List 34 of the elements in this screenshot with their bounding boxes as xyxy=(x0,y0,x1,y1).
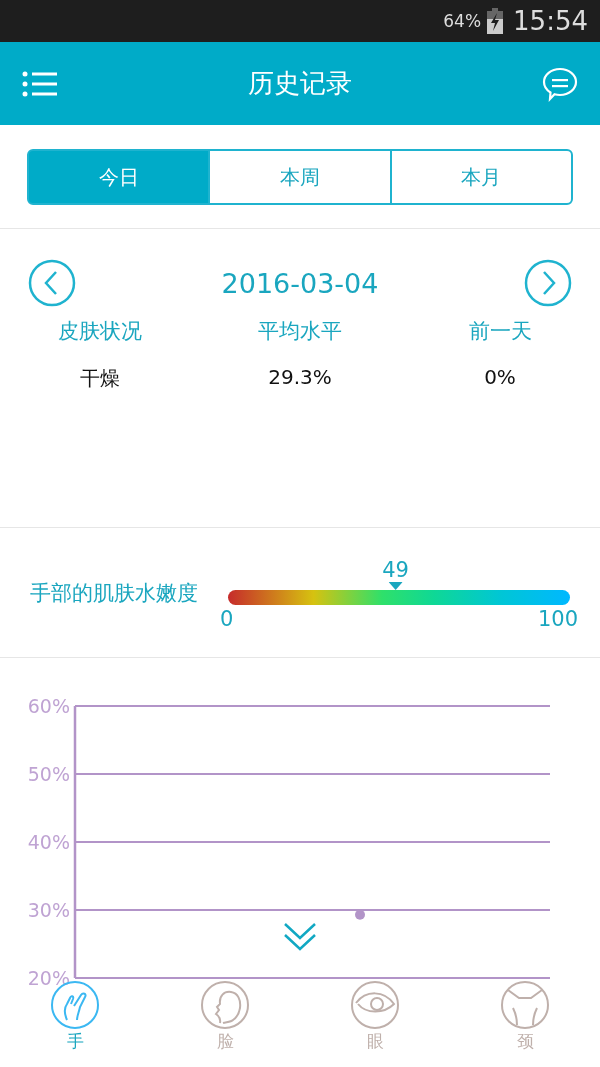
gauge-min: 0 xyxy=(220,607,234,631)
scroll-down-icon[interactable] xyxy=(283,922,317,951)
menu-icon[interactable] xyxy=(22,70,58,97)
body-part-tab[interactable]: 颈 xyxy=(450,978,600,1067)
stat-label: 平均水平 xyxy=(258,318,342,345)
gauge-reading: 49 xyxy=(382,558,409,582)
battery-level: 64% xyxy=(443,11,482,31)
page-title: 历史记录 xyxy=(248,67,352,100)
stat-label: 皮肤状况 xyxy=(58,318,142,345)
next-day-button[interactable] xyxy=(524,259,572,307)
axis-tick-label: 40% xyxy=(27,831,70,853)
stat-value: 干燥 xyxy=(80,365,120,392)
neck-icon xyxy=(500,980,550,1030)
gauge-max: 100 xyxy=(537,607,578,631)
date-label: 2016-03-04 xyxy=(221,267,379,299)
body-part-tab[interactable]: 眼 xyxy=(300,978,450,1067)
clock: 15:54 xyxy=(513,6,588,36)
head-profile-icon xyxy=(200,980,250,1030)
body-part-tab[interactable]: 脸 xyxy=(150,978,300,1067)
battery-charging-icon xyxy=(487,8,504,34)
period-tab[interactable]: 本周 xyxy=(208,149,392,205)
axis-tick-label: 60% xyxy=(27,695,70,717)
stat-value: 0% xyxy=(484,365,516,389)
period-tab[interactable]: 本月 xyxy=(389,149,573,205)
stat-value: 29.3% xyxy=(268,365,332,389)
period-tab[interactable]: 今日 xyxy=(27,149,211,205)
axis-tick-label: 20% xyxy=(27,967,70,989)
axis-tick-label: 30% xyxy=(27,899,70,921)
chat-bubble-icon[interactable] xyxy=(542,65,578,102)
axis-tick-label: 50% xyxy=(27,763,70,785)
gauge-label: 手部的肌肤水嫩度 xyxy=(30,579,198,607)
previous-day-button[interactable] xyxy=(28,259,76,307)
stat-label: 前一天 xyxy=(468,318,532,345)
eye-icon xyxy=(350,980,400,1030)
